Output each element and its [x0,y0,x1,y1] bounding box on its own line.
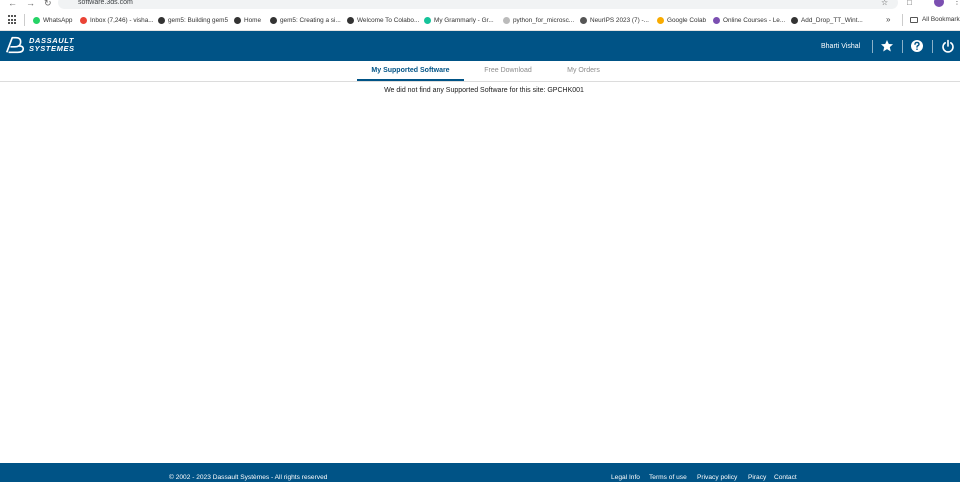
bookmark-item[interactable]: WhatsApp [33,14,72,26]
bookmark-label: python_for_microsc... [513,16,575,24]
power-icon[interactable] [941,39,955,53]
bookmark-item[interactable]: Online Courses - Le... [713,14,785,26]
bookmarks-divider [902,14,903,26]
bookmark-favicon-icon [234,16,241,24]
extensions-icon[interactable]: □ [907,0,912,8]
bookmark-star-icon[interactable]: ☆ [881,0,888,8]
bookmark-favicon-icon [503,16,510,24]
footer-link-terms-of-use[interactable]: Terms of use [649,474,687,482]
app-header: DASSAULT SYSTEMES Bharti Vishal [0,31,960,61]
apps-grid-icon[interactable] [8,15,18,25]
bookmark-item[interactable]: gem5: Creating a si... [270,14,341,26]
folder-icon [910,17,918,23]
forward-icon[interactable]: → [26,0,35,8]
bookmark-favicon-icon [657,16,664,24]
copyright-text: © 2002 - 2023 Dassault Systèmes - All ri… [169,474,328,481]
bookmark-item[interactable]: NeurIPS 2023 (7) -... [580,14,649,26]
bookmark-favicon-icon [347,16,354,24]
user-name[interactable]: Bharti Vishal [821,42,860,51]
bookmark-label: gem5: Creating a si... [280,16,341,24]
header-divider [872,40,873,53]
footer-link-legal-info[interactable]: Legal Info [611,474,640,482]
browser-menu-icon[interactable]: ⋮ [953,0,960,7]
bookmark-favicon-icon [33,16,40,24]
bookmark-favicon-icon [158,16,165,24]
bookmark-label: Online Courses - Le... [723,16,786,24]
footer: © 2002 - 2023 Dassault Systèmes - All ri… [0,463,960,482]
bookmarks-bar: WhatsApp Inbox (7,246) - visha... gem5: Bu… [0,10,960,31]
star-icon[interactable] [880,39,894,53]
tab-bar: My Supported Software Free Download My O… [0,61,960,82]
bookmark-item[interactable]: gem5: Building gem5 [158,14,228,26]
bookmark-item[interactable]: Inbox (7,246) - visha... [80,14,154,26]
profile-avatar[interactable] [934,0,944,7]
bookmarks-divider [24,14,25,26]
all-bookmarks-button[interactable]: All Bookmarks [910,14,960,26]
ds-logo-icon [5,36,25,54]
bookmark-label: WhatsApp [43,16,73,24]
bookmark-item[interactable]: Welcome To Colabo... [347,14,419,26]
bookmark-label: Google Colab [667,16,707,24]
browser-toolbar: ← → ↻ software.3ds.com ☆ □ ⋮ [0,0,960,10]
bookmark-item[interactable]: Add_Drop_TT_Wint... [791,14,863,26]
bookmark-label: NeurIPS 2023 (7) -... [590,16,649,24]
header-divider [902,40,903,53]
address-bar[interactable] [58,0,898,9]
more-bookmarks-icon[interactable]: » [886,14,890,26]
footer-link-contact[interactable]: Contact [774,474,797,482]
bookmark-item[interactable]: My Grammarly - Gr... [424,14,494,26]
bookmark-item[interactable]: Google Colab [657,14,706,26]
bookmark-item[interactable]: Home [234,14,261,26]
bookmark-label: Home [244,16,262,24]
tab-free-download[interactable]: Free Download [474,61,542,81]
address-text[interactable]: software.3ds.com [78,0,133,8]
bookmark-label: Add_Drop_TT_Wint... [801,16,863,24]
bookmark-favicon-icon [270,16,277,24]
bookmark-label: My Grammarly - Gr... [434,16,494,24]
bookmark-label: Welcome To Colabo... [357,16,420,24]
bookmark-label: Inbox (7,246) - visha... [90,16,154,24]
bookmark-item[interactable]: python_for_microsc... [503,14,574,26]
bookmark-favicon-icon [424,16,431,24]
bookmark-favicon-icon [791,16,798,24]
footer-link-privacy-policy[interactable]: Privacy policy [697,474,737,482]
footer-link-piracy[interactable]: Piracy [748,474,766,482]
logo-line-2: SYSTEMES [29,44,75,53]
all-bookmarks-label: All Bookmarks [922,16,960,23]
empty-state-message: We did not find any Supported Software f… [384,87,584,94]
back-icon[interactable]: ← [8,0,17,8]
help-icon[interactable] [910,39,924,53]
bookmark-favicon-icon [580,16,587,24]
bookmark-favicon-icon [80,16,87,24]
tab-my-supported-software[interactable]: My Supported Software [357,61,464,81]
tab-my-orders[interactable]: My Orders [556,61,611,81]
reload-icon[interactable]: ↻ [44,0,52,8]
dassault-logo[interactable]: DASSAULT SYSTEMES [4,34,75,56]
header-divider [932,40,933,53]
bookmark-favicon-icon [713,16,720,24]
logo-text: DASSAULT SYSTEMES [29,37,75,53]
bookmark-label: gem5: Building gem5 [168,16,229,24]
